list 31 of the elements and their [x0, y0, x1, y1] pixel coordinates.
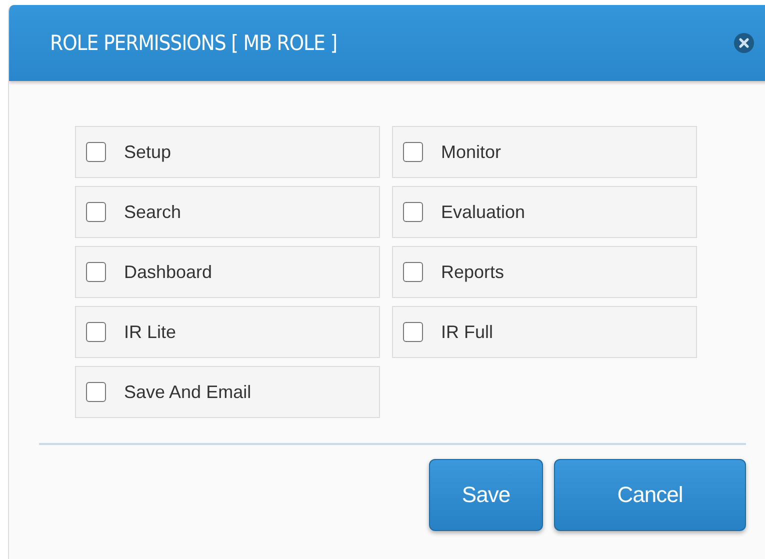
dialog-title: ROLE PERMISSIONS [ MB ROLE ]	[50, 31, 337, 55]
permission-option[interactable]: IR Lite	[75, 306, 380, 358]
permission-option[interactable]: Monitor	[392, 126, 697, 178]
checkbox[interactable]	[86, 382, 106, 402]
permission-label: Dashboard	[124, 262, 212, 282]
save-button[interactable]: Save	[429, 459, 543, 531]
permission-label: Monitor	[441, 142, 502, 162]
checkbox[interactable]	[86, 142, 106, 162]
checkbox[interactable]	[86, 202, 106, 222]
permission-label: Save And Email	[124, 382, 252, 402]
permission-option[interactable]: Setup	[75, 126, 380, 178]
cancel-button[interactable]: Cancel	[554, 459, 746, 531]
close-icon[interactable]	[734, 33, 754, 53]
permission-option[interactable]: Search	[75, 186, 380, 238]
checkbox[interactable]	[403, 322, 423, 342]
checkbox[interactable]	[403, 142, 423, 162]
permission-option[interactable]: Save And Email	[75, 366, 380, 418]
permission-label: Reports	[441, 262, 504, 282]
checkbox[interactable]	[86, 262, 106, 282]
permission-option[interactable]: IR Full	[392, 306, 697, 358]
permission-option[interactable]: Evaluation	[392, 186, 697, 238]
permission-option[interactable]: Dashboard	[75, 246, 380, 298]
permission-label: Search	[124, 202, 182, 222]
permission-label: Setup	[124, 142, 172, 162]
checkbox[interactable]	[403, 202, 423, 222]
permission-label: IR Full	[441, 322, 494, 342]
permission-label: IR Lite	[124, 322, 176, 342]
checkbox[interactable]	[86, 322, 106, 342]
permission-option[interactable]: Reports	[392, 246, 697, 298]
checkbox[interactable]	[403, 262, 423, 282]
permission-label: Evaluation	[441, 202, 526, 222]
